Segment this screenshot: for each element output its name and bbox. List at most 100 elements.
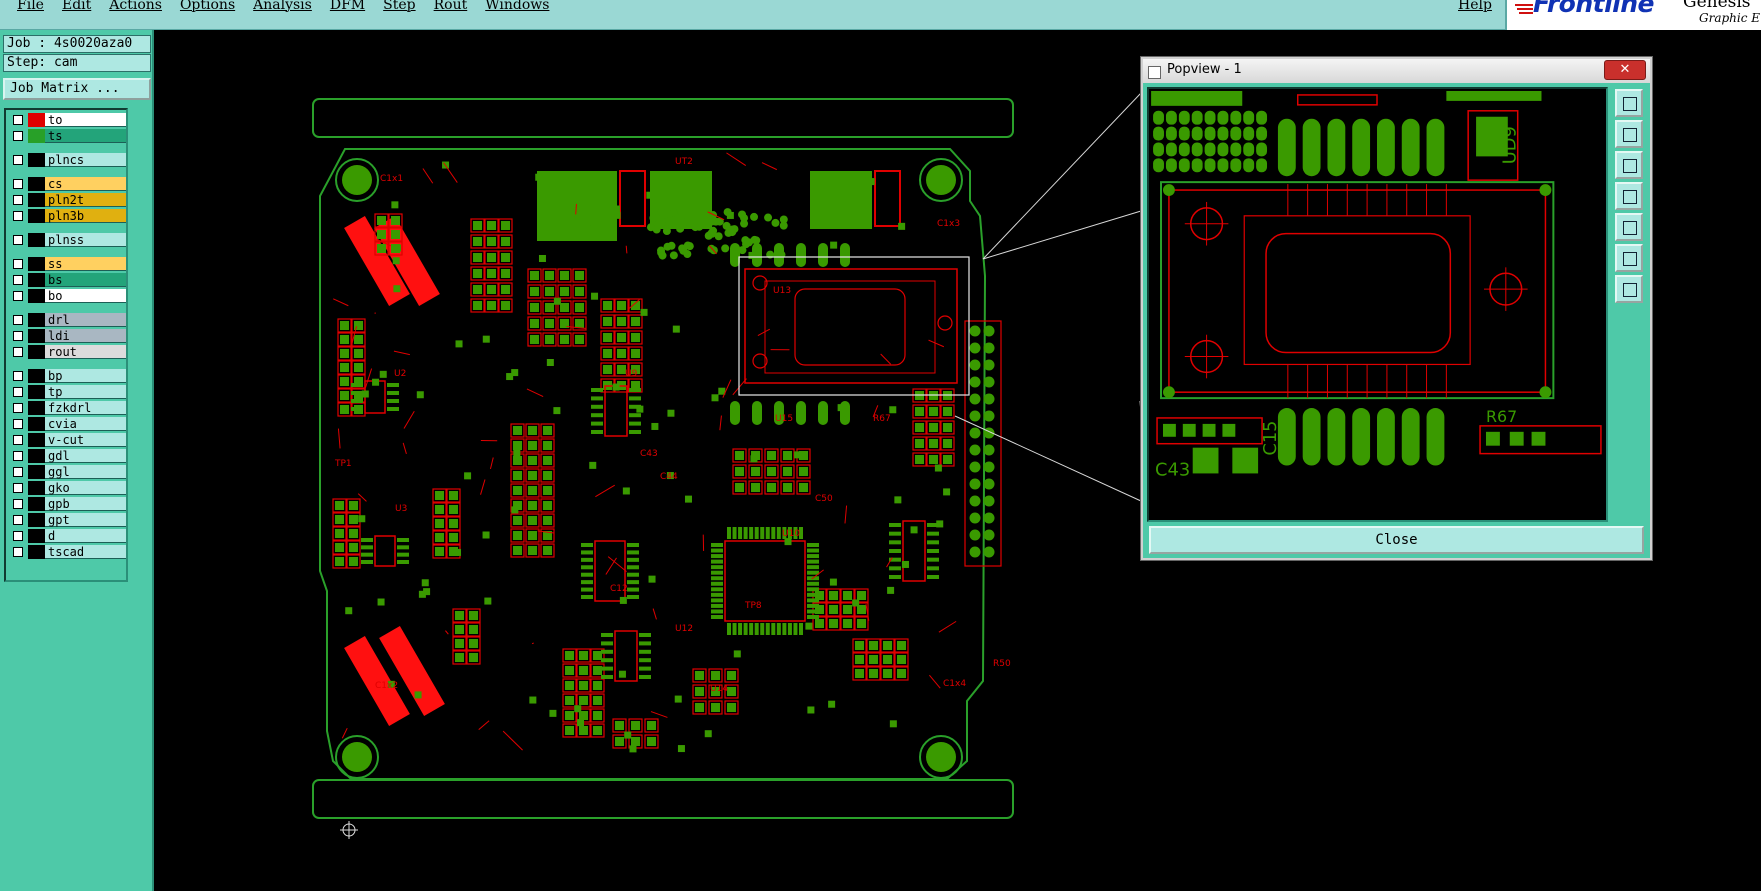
menu-actions[interactable]: Actions [100,0,171,13]
layer-row-tp[interactable]: tp [8,385,126,399]
layer-color-swatch[interactable] [28,257,45,271]
layer-checkbox[interactable] [13,483,23,493]
layer-checkbox[interactable] [13,115,23,125]
layer-row-d[interactable]: d [8,529,126,543]
popview-canvas[interactable]: UD9 C15 C43 R67 [1147,87,1608,522]
layer-color-swatch[interactable] [28,313,45,327]
layer-row-v-cut[interactable]: v-cut [8,433,126,447]
layer-row-bp[interactable]: bp [8,369,126,383]
layer-row-ts[interactable]: ts [8,129,126,143]
layer-checkbox[interactable] [13,547,23,557]
layer-checkbox[interactable] [13,371,23,381]
layer-color-swatch[interactable] [28,513,45,527]
layer-name[interactable]: gpb [45,497,126,511]
layer-name[interactable]: tscad [45,545,126,559]
layer-color-swatch[interactable] [28,433,45,447]
pan-down-button[interactable] [1615,151,1643,179]
layer-name[interactable]: tp [45,385,126,399]
layer-color-swatch[interactable] [28,449,45,463]
layer-checkbox[interactable] [13,315,23,325]
layer-checkbox[interactable] [13,347,23,357]
layer-name[interactable]: plnss [45,233,126,247]
layer-row-ss[interactable]: ss [8,257,126,271]
layer-name[interactable]: bo [45,289,126,303]
layer-color-swatch[interactable] [28,193,45,207]
menu-rout[interactable]: Rout [425,0,477,13]
menu-dfm[interactable]: DFM [321,0,374,13]
layer-row-pln2t[interactable]: pln2t [8,193,126,207]
menu-windows[interactable]: Windows [476,0,558,13]
layer-row-tscad[interactable]: tscad [8,545,126,559]
layer-row-bo[interactable]: bo [8,289,126,303]
layer-color-swatch[interactable] [28,153,45,167]
layer-checkbox[interactable] [13,451,23,461]
layer-row-gpb[interactable]: gpb [8,497,126,511]
layer-row-gpt[interactable]: gpt [8,513,126,527]
layer-color-swatch[interactable] [28,273,45,287]
layer-row-plnss[interactable]: plnss [8,233,126,247]
layer-color-swatch[interactable] [28,289,45,303]
pan-right-button[interactable] [1615,213,1643,241]
layer-name[interactable]: ss [45,257,126,271]
menu-analysis[interactable]: Analysis [244,0,321,13]
layer-row-cvia[interactable]: cvia [8,417,126,431]
layer-color-swatch[interactable] [28,329,45,343]
layer-checkbox[interactable] [13,155,23,165]
layer-name[interactable]: pln2t [45,193,126,207]
menu-options[interactable]: Options [171,0,244,13]
layer-color-swatch[interactable] [28,209,45,223]
layer-color-swatch[interactable] [28,129,45,143]
layer-name[interactable]: bs [45,273,126,287]
zoom-home-button[interactable] [1615,89,1643,117]
layer-name[interactable]: plncs [45,153,126,167]
layer-color-swatch[interactable] [28,233,45,247]
layer-row-fzkdrl[interactable]: fzkdrl [8,401,126,415]
layer-name[interactable]: d [45,529,126,543]
layer-color-swatch[interactable] [28,401,45,415]
layer-name[interactable]: cvia [45,417,126,431]
layer-name[interactable]: bp [45,369,126,383]
layer-color-swatch[interactable] [28,385,45,399]
layer-row-to[interactable]: to [8,113,126,127]
layer-checkbox[interactable] [13,179,23,189]
layer-checkbox[interactable] [13,387,23,397]
menu-file[interactable]: File [8,0,53,13]
layer-name[interactable]: to [45,113,126,127]
layer-name[interactable]: ldi [45,329,126,343]
layer-checkbox[interactable] [13,195,23,205]
layer-checkbox[interactable] [13,499,23,509]
layer-checkbox[interactable] [13,275,23,285]
menu-help[interactable]: Help [1458,0,1492,13]
layer-row-plncs[interactable]: plncs [8,153,126,167]
layer-row-cs[interactable]: cs [8,177,126,191]
layer-name[interactable]: fzkdrl [45,401,126,415]
layer-checkbox[interactable] [13,131,23,141]
layer-checkbox[interactable] [13,235,23,245]
zoom-in-button[interactable] [1615,244,1643,272]
layer-row-ggl[interactable]: ggl [8,465,126,479]
layer-name[interactable]: ts [45,129,126,143]
layer-color-swatch[interactable] [28,345,45,359]
layer-name[interactable]: cs [45,177,126,191]
layer-checkbox[interactable] [13,259,23,269]
job-matrix-button[interactable]: Job Matrix ... [3,78,151,100]
layer-row-gko[interactable]: gko [8,481,126,495]
layer-name[interactable]: pln3b [45,209,126,223]
zoom-out-button[interactable] [1615,275,1643,303]
layer-row-bs[interactable]: bs [8,273,126,287]
layer-checkbox[interactable] [13,435,23,445]
layer-color-swatch[interactable] [28,465,45,479]
popview-close-button[interactable]: Close [1149,526,1644,554]
window-close-button[interactable]: ✕ [1604,60,1646,80]
layer-row-pln3b[interactable]: pln3b [8,209,126,223]
layer-row-drl[interactable]: drl [8,313,126,327]
layer-checkbox[interactable] [13,419,23,429]
layer-color-swatch[interactable] [28,497,45,511]
pan-left-button[interactable] [1615,182,1643,210]
layer-color-swatch[interactable] [28,481,45,495]
layer-name[interactable]: drl [45,313,126,327]
layer-color-swatch[interactable] [28,177,45,191]
layer-name[interactable]: rout [45,345,126,359]
layer-checkbox[interactable] [13,331,23,341]
layer-name[interactable]: v-cut [45,433,126,447]
